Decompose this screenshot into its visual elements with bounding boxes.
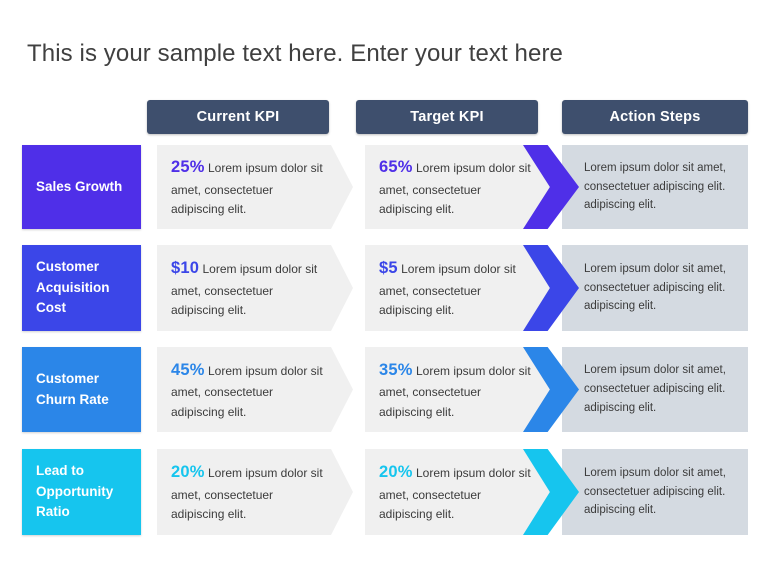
table-row: Customer Churn Rate 45% Lorem ipsum dolo… bbox=[0, 347, 768, 432]
action-steps-cell[interactable]: Lorem ipsum dolor sit amet, consectetuer… bbox=[562, 449, 748, 535]
target-kpi-value: $5 bbox=[379, 259, 398, 278]
current-kpi-inner: 20% Lorem ipsum dolor sit amet, consecte… bbox=[157, 459, 353, 525]
target-kpi-value: 65% bbox=[379, 158, 413, 177]
current-kpi-cell[interactable]: $10 Lorem ipsum dolor sit amet, consecte… bbox=[157, 245, 353, 331]
action-steps-text: Lorem ipsum dolor sit amet, consectetuer… bbox=[584, 161, 726, 212]
kpi-label-customer-churn-rate[interactable]: Customer Churn Rate bbox=[22, 347, 141, 432]
current-kpi-inner: 45% Lorem ipsum dolor sit amet, consecte… bbox=[157, 357, 353, 423]
kpi-label-lead-to-opportunity-ratio[interactable]: Lead to Opportunity Ratio bbox=[22, 449, 141, 535]
kpi-label-sales-growth[interactable]: Sales Growth bbox=[22, 145, 141, 229]
target-kpi-text: 35% Lorem ipsum dolor sit amet, consecte… bbox=[379, 357, 531, 423]
current-kpi-inner: $10 Lorem ipsum dolor sit amet, consecte… bbox=[157, 255, 353, 321]
table-row: Customer Acquisition Cost $10 Lorem ipsu… bbox=[0, 245, 768, 331]
target-kpi-inner: 20% Lorem ipsum dolor sit amet, consecte… bbox=[365, 459, 561, 525]
target-kpi-inner: 35% Lorem ipsum dolor sit amet, consecte… bbox=[365, 357, 561, 423]
slide-canvas: This is your sample text here. Enter you… bbox=[0, 0, 768, 576]
kpi-label-text: Lead to Opportunity Ratio bbox=[36, 462, 114, 520]
current-kpi-inner: 25% Lorem ipsum dolor sit amet, consecte… bbox=[157, 154, 353, 220]
kpi-label-text: Customer Acquisition Cost bbox=[36, 258, 110, 316]
current-kpi-cell[interactable]: 25% Lorem ipsum dolor sit amet, consecte… bbox=[157, 145, 353, 229]
table-row: Sales Growth 25% Lorem ipsum dolor sit a… bbox=[0, 145, 768, 229]
column-header-row: Current KPI Target KPI Action Steps bbox=[0, 100, 768, 134]
action-steps-cell[interactable]: Lorem ipsum dolor sit amet, consectetuer… bbox=[562, 347, 748, 432]
current-kpi-text: $10 Lorem ipsum dolor sit amet, consecte… bbox=[171, 255, 323, 321]
current-kpi-text: 25% Lorem ipsum dolor sit amet, consecte… bbox=[171, 154, 323, 220]
column-header-target-kpi[interactable]: Target KPI bbox=[356, 100, 538, 134]
current-kpi-text: 20% Lorem ipsum dolor sit amet, consecte… bbox=[171, 459, 323, 525]
action-steps-text: Lorem ipsum dolor sit amet, consectetuer… bbox=[584, 466, 726, 517]
action-steps-cell[interactable]: Lorem ipsum dolor sit amet, consectetuer… bbox=[562, 145, 748, 229]
current-kpi-value: $10 bbox=[171, 259, 200, 278]
target-kpi-value: 35% bbox=[379, 360, 413, 379]
current-kpi-text: 45% Lorem ipsum dolor sit amet, consecte… bbox=[171, 357, 323, 423]
target-kpi-text: 65% Lorem ipsum dolor sit amet, consecte… bbox=[379, 154, 531, 220]
kpi-label-customer-acquisition-cost[interactable]: Customer Acquisition Cost bbox=[22, 245, 141, 331]
current-kpi-value: 25% bbox=[171, 158, 205, 177]
kpi-label-text: Sales Growth bbox=[36, 178, 123, 194]
current-kpi-cell[interactable]: 45% Lorem ipsum dolor sit amet, consecte… bbox=[157, 347, 353, 432]
current-kpi-cell[interactable]: 20% Lorem ipsum dolor sit amet, consecte… bbox=[157, 449, 353, 535]
target-kpi-text: 20% Lorem ipsum dolor sit amet, consecte… bbox=[379, 459, 531, 525]
action-steps-cell[interactable]: Lorem ipsum dolor sit amet, consectetuer… bbox=[562, 245, 748, 331]
column-header-current-kpi[interactable]: Current KPI bbox=[147, 100, 329, 134]
current-kpi-value: 20% bbox=[171, 463, 205, 482]
column-header-action-steps[interactable]: Action Steps bbox=[562, 100, 748, 134]
action-steps-text: Lorem ipsum dolor sit amet, consectetuer… bbox=[584, 262, 726, 313]
target-kpi-text: $5 Lorem ipsum dolor sit amet, consectet… bbox=[379, 255, 531, 321]
current-kpi-value: 45% bbox=[171, 360, 205, 379]
target-kpi-inner: 65% Lorem ipsum dolor sit amet, consecte… bbox=[365, 154, 561, 220]
action-steps-text: Lorem ipsum dolor sit amet, consectetuer… bbox=[584, 364, 726, 414]
target-kpi-inner: $5 Lorem ipsum dolor sit amet, consectet… bbox=[365, 255, 561, 321]
target-kpi-desc: Lorem ipsum dolor sit amet, consectetuer… bbox=[379, 262, 516, 318]
table-row: Lead to Opportunity Ratio 20% Lorem ipsu… bbox=[0, 449, 768, 535]
page-title: This is your sample text here. Enter you… bbox=[27, 40, 563, 67]
kpi-label-text: Customer Churn Rate bbox=[36, 370, 109, 407]
target-kpi-value: 20% bbox=[379, 463, 413, 482]
